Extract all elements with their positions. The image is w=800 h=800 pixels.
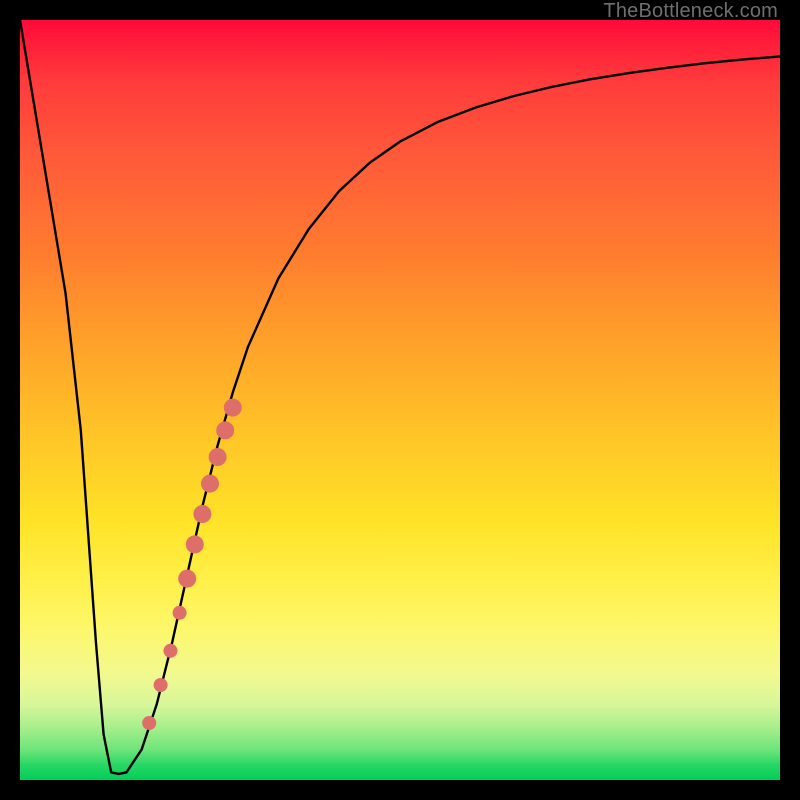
curve-marker <box>154 678 168 692</box>
curve-marker <box>216 421 234 439</box>
curve-marker <box>224 399 242 417</box>
curve-marker <box>142 716 156 730</box>
curve-marker <box>178 570 196 588</box>
curve-marker <box>201 475 219 493</box>
chart-plot-area <box>20 20 780 780</box>
chart-frame: TheBottleneck.com <box>0 0 800 800</box>
chart-svg <box>20 20 780 780</box>
curve-marker <box>186 535 204 553</box>
curve-markers <box>142 399 242 730</box>
curve-marker <box>209 448 227 466</box>
curve-marker <box>163 644 177 658</box>
curve-marker <box>173 606 187 620</box>
curve-marker <box>193 505 211 523</box>
bottleneck-curve <box>20 20 780 774</box>
